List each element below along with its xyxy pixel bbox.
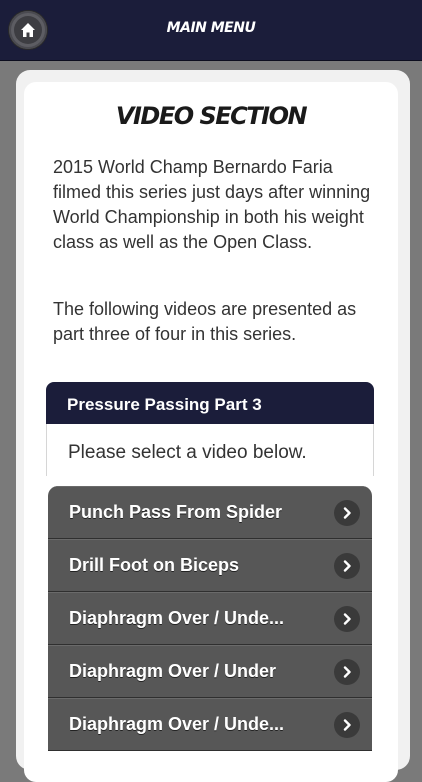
series-paragraph: The following videos are presented as pa… [53,299,357,344]
video-item-drill-foot[interactable]: Drill Foot on Biceps [48,539,372,592]
video-list: Punch Pass From Spider Drill Foot on Bic… [48,486,372,751]
video-item-label: Punch Pass From Spider [69,502,283,522]
panel-title: Pressure Passing Part 3 [46,382,374,424]
video-item-label: Drill Foot on Biceps [69,555,240,575]
video-item-diaphragm-2[interactable]: Diaphragm Over / Under [48,645,372,698]
video-item-diaphragm-3[interactable]: Diaphragm Over / Unde... [48,698,372,751]
video-item-punch-pass[interactable]: Punch Pass From Spider [48,486,372,539]
chevron-right-icon [334,659,360,685]
section-title: VIDEO SECTION [115,102,308,130]
chevron-right-icon [334,606,360,632]
panel-body: Please select a video below. [46,424,374,476]
video-item-label: Diaphragm Over / Unde... [69,714,285,734]
top-bar: MAIN MENU [0,0,422,61]
chevron-right-icon [334,500,360,526]
video-item-label: Diaphragm Over / Under [69,661,277,681]
video-item-diaphragm-1[interactable]: Diaphragm Over / Unde... [48,592,372,645]
video-item-label: Diaphragm Over / Unde... [69,608,285,628]
chevron-right-icon [334,712,360,738]
intro-paragraph: 2015 World Champ Bernardo Faria filmed t… [53,157,371,252]
header-title: MAIN MENU [166,20,256,36]
panel-instruction: Please select a video below. [68,442,307,463]
chevron-right-icon [334,553,360,579]
